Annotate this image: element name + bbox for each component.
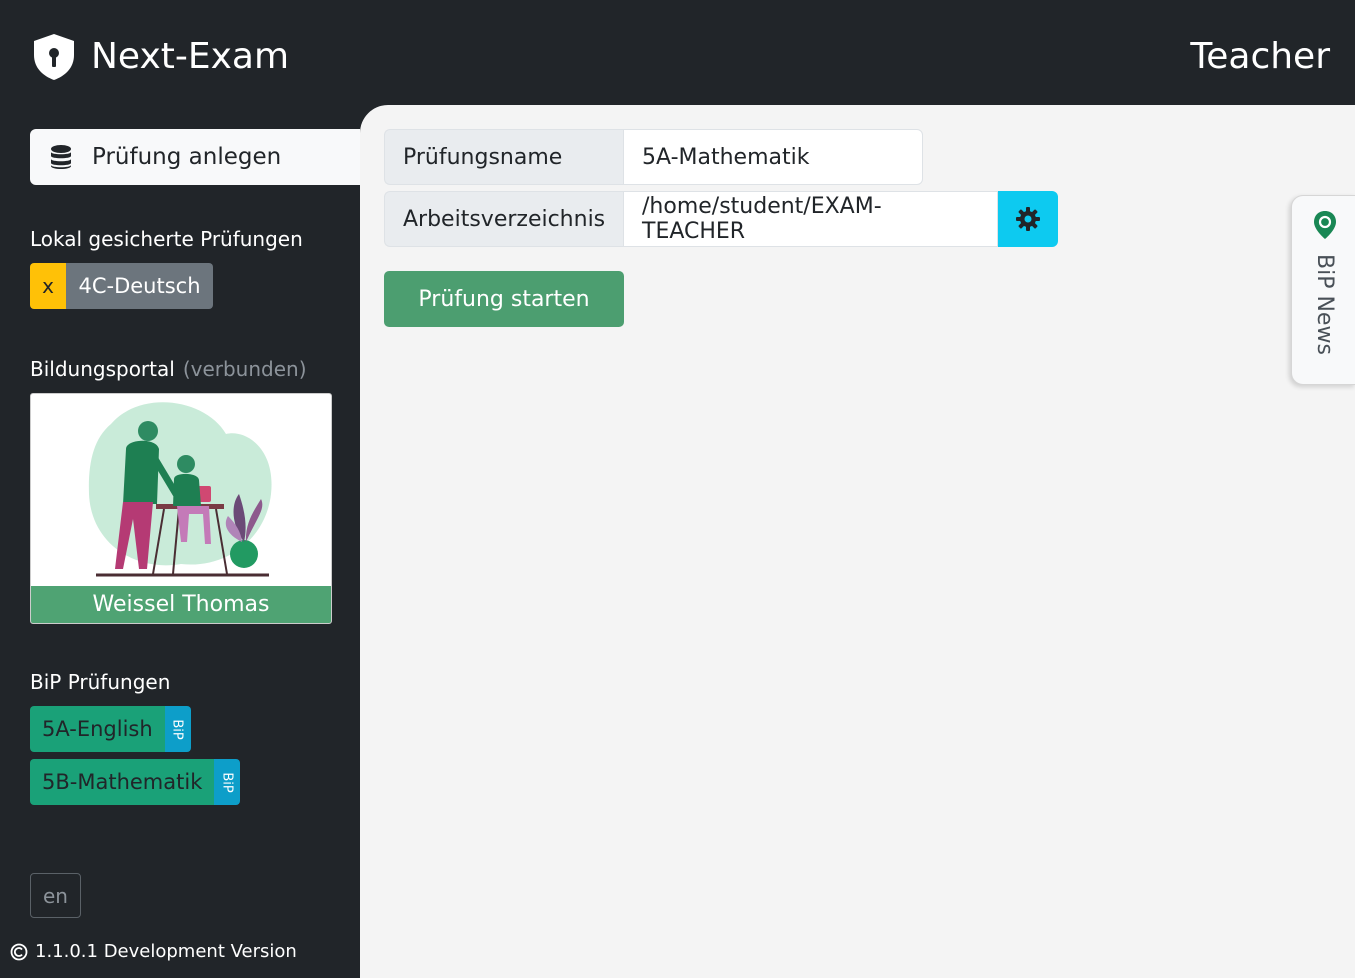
main-panel: Prüfungsname 5A-Mathematik Arbeitsverzei… bbox=[360, 105, 1355, 978]
bip-exam-name: 5B-Mathematik bbox=[30, 759, 215, 805]
local-exam-item: x 4C-Deutsch bbox=[30, 263, 213, 309]
bip-news-label: BiP News bbox=[1312, 254, 1337, 355]
create-exam-label: Prüfung anlegen bbox=[92, 144, 282, 170]
shield-keyhole-icon bbox=[34, 34, 74, 80]
database-icon bbox=[51, 145, 71, 169]
exam-name-group: Prüfungsname 5A-Mathematik bbox=[384, 129, 923, 185]
copyright-icon bbox=[10, 943, 28, 960]
workdir-label: Arbeitsverzeichnis bbox=[384, 191, 623, 247]
bip-exam-item[interactable]: 5B-Mathematik BiP bbox=[30, 759, 241, 805]
exam-name-input[interactable]: 5A-Mathematik bbox=[623, 129, 923, 185]
app-header: Next-Exam Teacher bbox=[0, 0, 1355, 105]
bip-exam-name: 5A-English bbox=[30, 706, 165, 752]
version-text: 1.1.0.1 Development Version bbox=[35, 941, 297, 962]
bip-exam-item[interactable]: 5A-English BiP bbox=[30, 706, 191, 752]
map-pin-icon bbox=[1314, 211, 1336, 239]
sidebar: Prüfung anlegen Lokal gesicherte Prüfung… bbox=[0, 105, 360, 978]
profile-card[interactable]: Weissel Thomas bbox=[30, 393, 332, 624]
version-info: 1.1.0.1 Development Version bbox=[10, 941, 297, 962]
bip-badge: BiP bbox=[164, 706, 191, 752]
profile-name: Weissel Thomas bbox=[31, 586, 331, 623]
exam-name-label: Prüfungsname bbox=[384, 129, 623, 185]
workdir-group: Arbeitsverzeichnis /home/student/EXAM-TE… bbox=[384, 191, 1058, 247]
delete-exam-button[interactable]: x bbox=[30, 263, 66, 309]
bip-news-tab[interactable]: BiP News bbox=[1291, 195, 1355, 385]
gear-icon bbox=[1016, 207, 1040, 231]
portal-title-row: Bildungsportal (verbunden) bbox=[30, 357, 307, 381]
app-title: Next-Exam bbox=[91, 36, 290, 77]
bip-badge: BiP bbox=[214, 759, 241, 805]
teacher-student-illustration bbox=[88, 402, 272, 577]
workdir-settings-button[interactable] bbox=[998, 191, 1058, 247]
create-exam-button[interactable]: Prüfung anlegen bbox=[30, 129, 360, 185]
portal-title: Bildungsportal bbox=[30, 357, 175, 381]
role-label: Teacher bbox=[1190, 36, 1330, 77]
local-exam-button[interactable]: 4C-Deutsch bbox=[66, 263, 213, 309]
local-exams-title: Lokal gesicherte Prüfungen bbox=[30, 227, 303, 251]
workdir-input[interactable]: /home/student/EXAM-TEACHER bbox=[623, 191, 998, 247]
portal-status: (verbunden) bbox=[182, 357, 307, 381]
start-exam-button[interactable]: Prüfung starten bbox=[384, 271, 624, 327]
language-button[interactable]: en bbox=[30, 873, 81, 918]
bip-exams-title: BiP Prüfungen bbox=[30, 670, 171, 694]
